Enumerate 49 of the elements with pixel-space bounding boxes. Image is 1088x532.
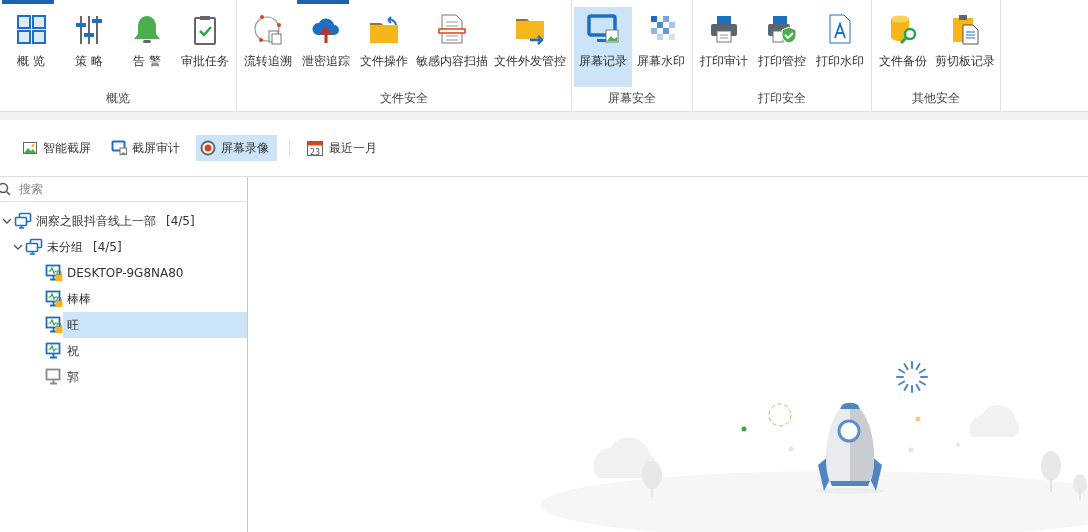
ribbon-button[interactable]: 流转追溯 xyxy=(239,7,297,87)
folder-arrow-icon xyxy=(368,13,400,45)
group-label: 文件安全 xyxy=(379,90,429,106)
group-label: 概览 xyxy=(105,90,131,106)
monitor-picture-icon xyxy=(587,13,619,45)
sliders-icon xyxy=(73,13,105,45)
tree-group-item[interactable]: 未分组 [4/5] xyxy=(43,234,247,260)
grid-icon xyxy=(15,13,47,45)
search-icon xyxy=(0,182,11,196)
bell-icon xyxy=(131,13,163,45)
ribbon-button[interactable]: 告 警 xyxy=(118,7,176,87)
tree-computer-item[interactable]: DESKTOP-9G8NA80 xyxy=(63,260,247,286)
tree-group-item[interactable]: 洞察之眼抖音线上一部 [4/5] xyxy=(32,208,247,234)
ribbon-button[interactable]: 屏幕记录 xyxy=(574,7,632,87)
date-range-button[interactable]: 23 最近一月 xyxy=(302,135,385,161)
group-label: 屏幕安全 xyxy=(607,90,657,106)
group-label: 其他安全 xyxy=(911,90,961,106)
ribbon-button[interactable]: 泄密追踪 xyxy=(297,7,355,87)
computers-icon xyxy=(14,212,32,230)
toolbar-button[interactable]: 屏幕录像 xyxy=(196,135,277,161)
ribbon-button[interactable]: 剪切板记录 xyxy=(932,7,998,87)
ribbon-button[interactable]: 概 览 xyxy=(2,7,60,87)
search-field[interactable]: 搜索 xyxy=(17,181,221,197)
ribbon-button[interactable]: 敏感内容扫描 xyxy=(413,7,491,87)
computers-icon xyxy=(25,238,43,256)
record-icon xyxy=(200,140,216,156)
printer-shield-icon xyxy=(766,13,798,45)
document-scan-icon xyxy=(436,13,468,45)
ribbon-button[interactable]: 文件操作 xyxy=(355,7,413,87)
tree-computer-item[interactable]: 郭 xyxy=(63,364,247,390)
toolbar-button[interactable]: 智能截屏 xyxy=(18,135,99,161)
flow-documents-icon xyxy=(252,13,284,45)
picture-icon xyxy=(22,140,38,156)
calendar-icon: 23 xyxy=(306,139,324,157)
ribbon-button[interactable]: 文件备份 xyxy=(874,7,932,87)
ribbon-button[interactable]: 策 略 xyxy=(60,7,118,87)
ribbon-button[interactable]: 打印审计 xyxy=(695,7,753,87)
printer-icon xyxy=(708,13,740,45)
ribbon-button[interactable]: 屏幕水印 xyxy=(632,7,690,87)
toolbar-button[interactable]: 截屏审计 xyxy=(107,135,188,161)
ribbon-button[interactable]: 打印管控 xyxy=(753,7,811,87)
ribbon-button[interactable]: 打印水印 xyxy=(811,7,869,87)
tree-computer-item[interactable]: 棒棒 xyxy=(63,286,247,312)
tree-computer-item[interactable]: 旺 xyxy=(63,312,247,338)
ribbon-button[interactable]: 审批任务 xyxy=(176,7,234,87)
group-label: 打印安全 xyxy=(757,90,807,106)
ribbon-button[interactable]: 文件外发管控 xyxy=(491,7,569,87)
tree-computer-item[interactable]: 祝 xyxy=(63,338,247,364)
monitor-picture-icon xyxy=(111,140,127,156)
